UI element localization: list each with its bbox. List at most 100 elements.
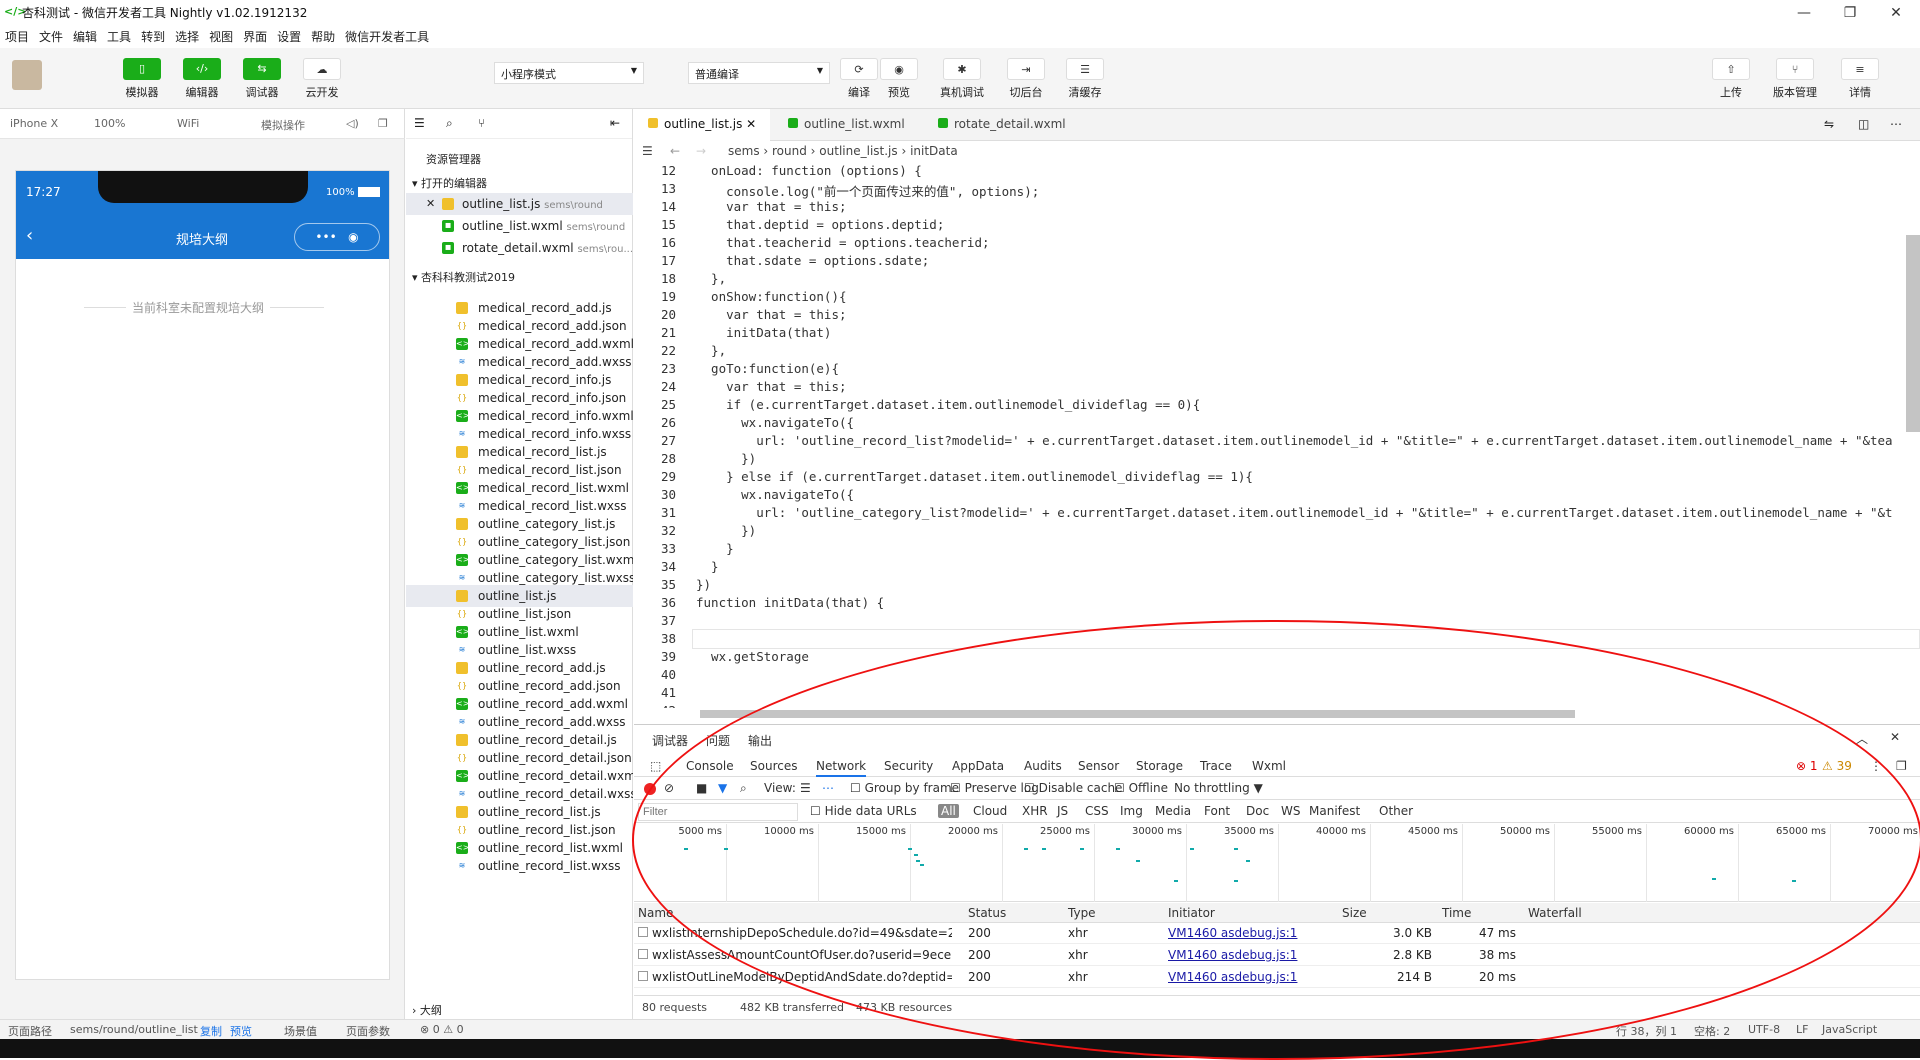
menu-view[interactable]: 视图 [204, 24, 238, 49]
tab-problems[interactable]: 问题 [706, 732, 730, 749]
code-line[interactable]: var that = this; [696, 199, 846, 214]
clear-icon[interactable]: ⊘ [664, 781, 674, 795]
col-initiator[interactable]: Initiator [1168, 906, 1215, 920]
waterfall-icon[interactable]: ⋯ [822, 781, 834, 795]
encoding[interactable]: UTF-8 [1748, 1023, 1780, 1036]
background-button[interactable]: ⇥ 切后台 [998, 58, 1054, 100]
code-line[interactable]: }) [696, 577, 711, 592]
panel-security[interactable]: Security [884, 759, 933, 773]
list-icon[interactable]: ☰ [642, 144, 653, 158]
sim-operation-select[interactable]: 模拟操作 [261, 117, 305, 133]
code-line[interactable]: onLoad: function (options) { [696, 163, 922, 178]
close-panel-icon[interactable]: ✕ [1890, 730, 1900, 744]
menu-settings[interactable]: 设置 [272, 24, 306, 49]
type-filter-all[interactable]: All [938, 804, 959, 818]
code-line[interactable]: } [696, 541, 734, 556]
error-count[interactable]: ⊗ 1 [1796, 759, 1818, 773]
code-line[interactable]: wx.navigateTo({ [696, 487, 854, 502]
list-icon[interactable]: ☰ [414, 116, 425, 130]
panel-sources[interactable]: Sources [750, 759, 797, 773]
row-checkbox[interactable] [638, 927, 648, 937]
file-item[interactable]: ≋ outline_record_list.wxss [406, 855, 633, 877]
warning-count[interactable]: ⚠ 39 [1822, 759, 1852, 773]
code-line[interactable]: var that = this; [696, 379, 846, 394]
type-filter-other[interactable]: Other [1379, 804, 1413, 818]
cursor-position[interactable]: 行 38，列 1 [1616, 1023, 1677, 1039]
panel-wxml[interactable]: Wxml [1252, 759, 1286, 773]
git-icon[interactable]: ⑂ [478, 116, 485, 130]
search-icon[interactable]: ⌕ [740, 781, 747, 796]
inspect-icon[interactable]: ⬚ [650, 759, 661, 773]
code-line[interactable]: }) [696, 523, 756, 538]
panel-network[interactable]: Network [816, 759, 867, 777]
code-line[interactable]: var that = this; [696, 307, 846, 322]
tab-output[interactable]: 输出 [748, 732, 772, 749]
panel-storage[interactable]: Storage [1136, 759, 1183, 773]
collapse-panel-icon[interactable]: ︿ [1856, 730, 1868, 747]
compile-mode-select[interactable]: 普通编译 ▼ [688, 62, 830, 84]
capsule-menu[interactable]: ••• ◉ [294, 223, 380, 251]
editor-button[interactable]: ‹/› 编辑器 [174, 58, 230, 100]
simulator-button[interactable]: ▯ 模拟器 [114, 58, 170, 100]
menu-interface[interactable]: 界面 [238, 24, 272, 49]
zoom-select[interactable]: 100% [94, 117, 125, 130]
panel-audits[interactable]: Audits [1024, 759, 1062, 773]
menu-edit[interactable]: 编辑 [68, 24, 102, 49]
page-params[interactable]: 页面参数 [346, 1023, 390, 1039]
code-line[interactable]: console.log("前一个页面传过来的值", options); [696, 181, 1039, 200]
volume-icon[interactable]: ◁) [346, 117, 359, 130]
disable-cache-checkbox[interactable]: ☐ Disable cache [1024, 781, 1122, 795]
back-icon[interactable]: ‹ [26, 225, 33, 246]
preview-button[interactable]: ◉ 预览 [871, 58, 927, 100]
type-filter-img[interactable]: Img [1120, 804, 1143, 818]
code-line[interactable]: that.teacherid = options.teacherid; [696, 235, 989, 250]
type-filter-media[interactable]: Media [1155, 804, 1191, 818]
offline-checkbox[interactable]: ☐ Offline [1114, 781, 1168, 795]
code-line[interactable]: onShow:function(){ [696, 289, 846, 304]
panel-appdata[interactable]: AppData [952, 759, 1004, 773]
close-window-button[interactable]: ✕ [1878, 2, 1914, 24]
panel-sensor[interactable]: Sensor [1078, 759, 1119, 773]
device-select[interactable]: iPhone X [10, 117, 58, 130]
collapse-icon[interactable]: ⇤ [610, 116, 620, 130]
type-filter-xhr[interactable]: XHR [1022, 804, 1048, 818]
tab-rotate-detail-wxml[interactable]: rotate_detail.wxml [924, 109, 1080, 141]
upload-button[interactable]: ⇧ 上传 [1703, 58, 1759, 100]
row-checkbox[interactable] [638, 971, 648, 981]
compare-icon[interactable]: ⇋ [1824, 117, 1834, 131]
panel-console[interactable]: Console [686, 759, 734, 773]
network-select[interactable]: WiFi [177, 117, 199, 130]
open-file-item[interactable]: ▪ rotate_detail.wxml sems\rou... [406, 237, 633, 259]
menu-project[interactable]: 项目 [0, 24, 34, 49]
back-icon[interactable]: ← [670, 144, 680, 158]
more-icon[interactable]: ⋮ [1870, 759, 1882, 773]
breadcrumb-item[interactable]: sems › round › outline_list.js › initDat… [728, 144, 958, 158]
code-line[interactable]: initData(that) [696, 325, 831, 340]
hide-data-urls-checkbox[interactable]: ☐ Hide data URLs [810, 804, 917, 818]
menu-help[interactable]: 帮助 [306, 24, 340, 49]
tab-outline-list-wxml[interactable]: outline_list.wxml [774, 109, 919, 141]
avatar[interactable] [12, 60, 42, 90]
debugger-button[interactable]: ⇆ 调试器 [234, 58, 290, 100]
type-filter-doc[interactable]: Doc [1246, 804, 1269, 818]
type-filter-ws[interactable]: WS [1281, 804, 1300, 818]
throttling-select[interactable]: No throttling ▼ [1174, 781, 1263, 795]
filter-input[interactable] [638, 803, 798, 821]
code-line[interactable]: if (e.currentTarget.dataset.item.outline… [696, 397, 1200, 412]
outline-header[interactable]: › 大纲 [412, 1002, 442, 1018]
type-filter-manifest[interactable]: Manifest [1309, 804, 1360, 818]
more-icon[interactable]: ⋯ [1890, 117, 1902, 131]
large-rows-icon[interactable]: ☰ [800, 781, 811, 795]
split-editor-icon[interactable]: ◫ [1858, 117, 1869, 131]
close-tab-icon[interactable]: ✕ [746, 117, 756, 131]
search-icon[interactable]: ⌕ [446, 116, 453, 131]
record-icon[interactable] [644, 783, 656, 795]
indentation[interactable]: 空格: 2 [1694, 1023, 1730, 1039]
menu-select[interactable]: 选择 [170, 24, 204, 49]
mode-select[interactable]: 小程序模式 ▼ [494, 62, 644, 84]
forward-icon[interactable]: → [696, 144, 706, 158]
code-line[interactable]: }) [696, 451, 756, 466]
cell-initiator[interactable]: VM1460 asdebug.js:1 [1168, 948, 1328, 962]
code-line[interactable]: }, [696, 271, 726, 286]
code-line[interactable]: wx.getStorage [696, 649, 809, 664]
